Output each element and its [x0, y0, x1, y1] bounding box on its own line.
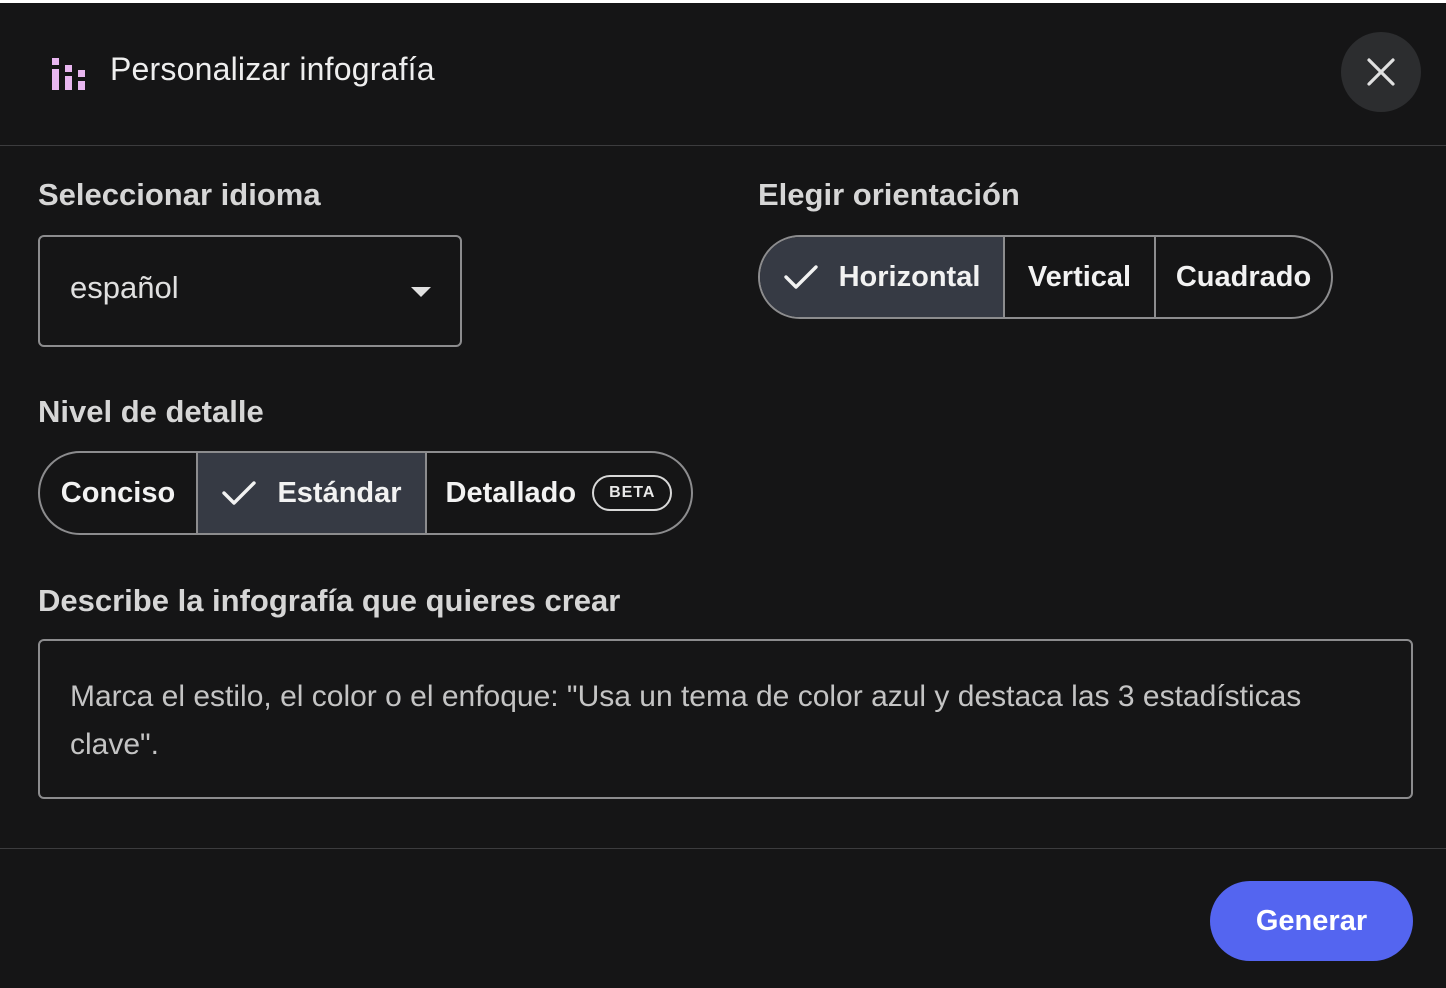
detail-level-segmented-control: Conciso Estándar Detallado BETA [38, 451, 693, 535]
orientation-option-vertical[interactable]: Vertical [1003, 237, 1154, 317]
orientation-segmented-control: Horizontal Vertical Cuadrado [758, 235, 1333, 319]
orientation-option-horizontal[interactable]: Horizontal [760, 237, 1003, 317]
orientation-label: Elegir orientación [758, 177, 1020, 212]
close-button[interactable] [1341, 32, 1421, 112]
generate-button[interactable]: Generar [1210, 881, 1413, 961]
infographic-icon [52, 58, 86, 90]
detail-option-standard[interactable]: Estándar [196, 453, 425, 533]
caret-down-icon [411, 287, 431, 297]
orientation-option-label: Horizontal [838, 260, 981, 293]
description-textarea[interactable]: Marca el estilo, el color o el enfoque: … [38, 639, 1413, 799]
detail-option-label: Conciso [60, 476, 176, 509]
generate-button-label: Generar [1255, 904, 1368, 937]
language-select[interactable]: español [38, 235, 462, 347]
check-icon [221, 479, 257, 507]
orientation-option-square[interactable]: Cuadrado [1154, 237, 1331, 317]
check-icon [783, 263, 819, 291]
detail-level-label: Nivel de detalle [38, 394, 264, 429]
description-placeholder: Marca el estilo, el color o el enfoque: … [70, 680, 1302, 761]
language-value: español [70, 270, 179, 305]
dialog-header: Personalizar infografía [0, 3, 1446, 146]
orientation-option-label: Cuadrado [1175, 260, 1312, 293]
footer-divider [0, 848, 1446, 849]
detail-option-label: Estándar [277, 476, 402, 509]
detail-option-label: Detallado [445, 476, 577, 509]
beta-badge: BETA [592, 475, 673, 511]
dialog-title: Personalizar infografía [110, 51, 435, 87]
close-icon [1366, 57, 1396, 87]
detail-option-concise[interactable]: Conciso [40, 453, 196, 533]
detail-option-detailed[interactable]: Detallado BETA [425, 453, 691, 533]
customize-infographic-dialog: Personalizar infografía Seleccionar idio… [0, 3, 1446, 988]
orientation-option-label: Vertical [1027, 260, 1132, 293]
language-label: Seleccionar idioma [38, 177, 321, 212]
description-label: Describe la infografía que quieres crear [38, 583, 621, 618]
